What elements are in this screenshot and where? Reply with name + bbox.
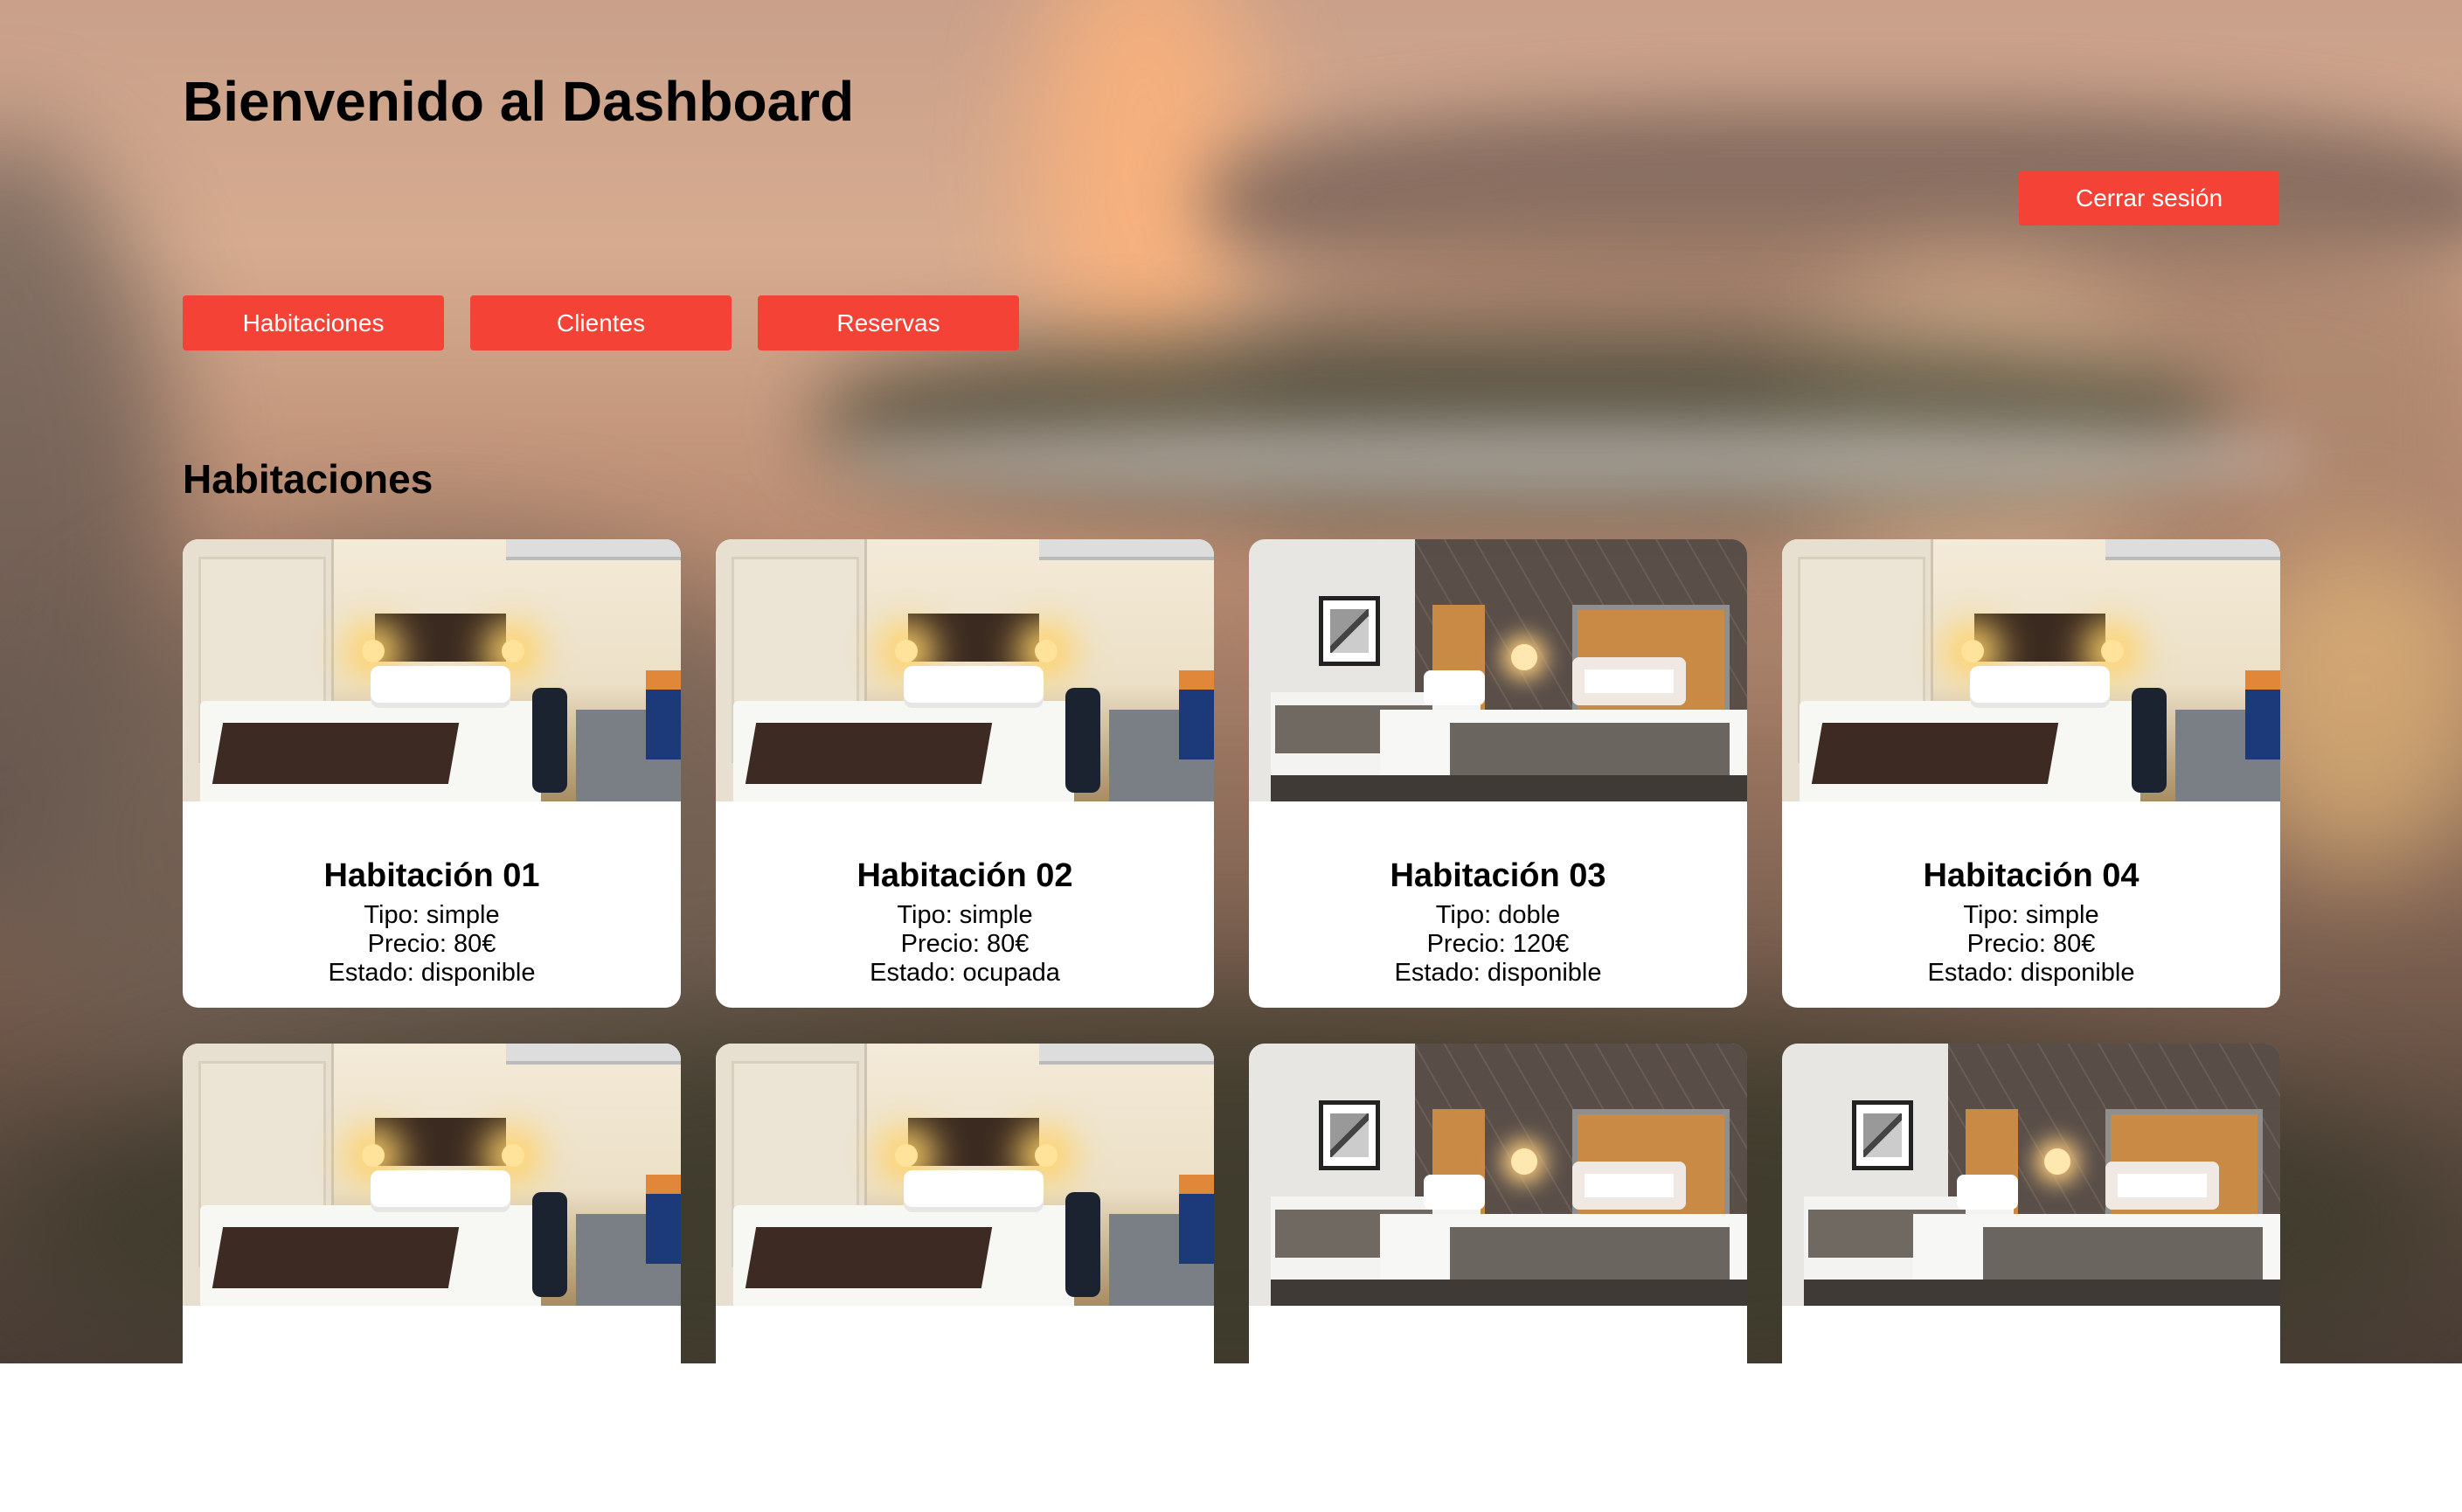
room-card[interactable] bbox=[716, 1044, 1214, 1512]
room-card[interactable]: Habitación 01 Tipo: simple Precio: 80€ E… bbox=[183, 539, 681, 1008]
page-title: Bienvenido al Dashboard bbox=[183, 70, 855, 133]
room-photo bbox=[183, 539, 681, 801]
room-type: Tipo: doble bbox=[1435, 901, 1561, 929]
room-type: Tipo: simple bbox=[1963, 901, 2099, 929]
logout-button[interactable]: Cerrar sesión bbox=[2019, 171, 2279, 225]
room-price: Precio: 80€ bbox=[900, 930, 1030, 958]
room-title: Habitación 03 bbox=[1390, 857, 1606, 894]
room-photo bbox=[183, 1044, 681, 1306]
room-title: Habitación 01 bbox=[323, 857, 540, 894]
room-price: Precio: 80€ bbox=[367, 930, 496, 958]
room-photo bbox=[1782, 1044, 2280, 1306]
room-price: Precio: 120€ bbox=[1426, 930, 1570, 958]
room-card[interactable]: Habitación 02 Tipo: simple Precio: 80€ E… bbox=[716, 539, 1214, 1008]
nav-habitaciones-button[interactable]: Habitaciones bbox=[183, 295, 444, 350]
room-photo bbox=[716, 539, 1214, 801]
room-card[interactable] bbox=[183, 1044, 681, 1512]
room-status: Estado: disponible bbox=[328, 959, 536, 987]
section-title: Habitaciones bbox=[183, 456, 433, 502]
room-card[interactable]: Habitación 03 Tipo: doble Precio: 120€ E… bbox=[1249, 539, 1747, 1008]
room-title: Habitación 04 bbox=[1923, 857, 2140, 894]
room-card[interactable] bbox=[1249, 1044, 1747, 1512]
dashboard: Bienvenido al Dashboard Cerrar sesión Ha… bbox=[0, 0, 2462, 1512]
room-card[interactable]: Habitación 04 Tipo: simple Precio: 80€ E… bbox=[1782, 539, 2280, 1008]
room-photo bbox=[716, 1044, 1214, 1306]
room-price: Precio: 80€ bbox=[1966, 930, 2096, 958]
room-status: Estado: disponible bbox=[1927, 959, 2135, 987]
room-title: Habitación 02 bbox=[856, 857, 1073, 894]
room-photo bbox=[1782, 539, 2280, 801]
room-type: Tipo: simple bbox=[897, 901, 1033, 929]
room-photo bbox=[1249, 539, 1747, 801]
room-status: Estado: ocupada bbox=[870, 959, 1060, 987]
nav-clientes-button[interactable]: Clientes bbox=[470, 295, 732, 350]
nav-reservas-button[interactable]: Reservas bbox=[758, 295, 1019, 350]
room-card[interactable] bbox=[1782, 1044, 2280, 1512]
room-photo bbox=[1249, 1044, 1747, 1306]
room-status: Estado: disponible bbox=[1394, 959, 1602, 987]
room-type: Tipo: simple bbox=[364, 901, 500, 929]
